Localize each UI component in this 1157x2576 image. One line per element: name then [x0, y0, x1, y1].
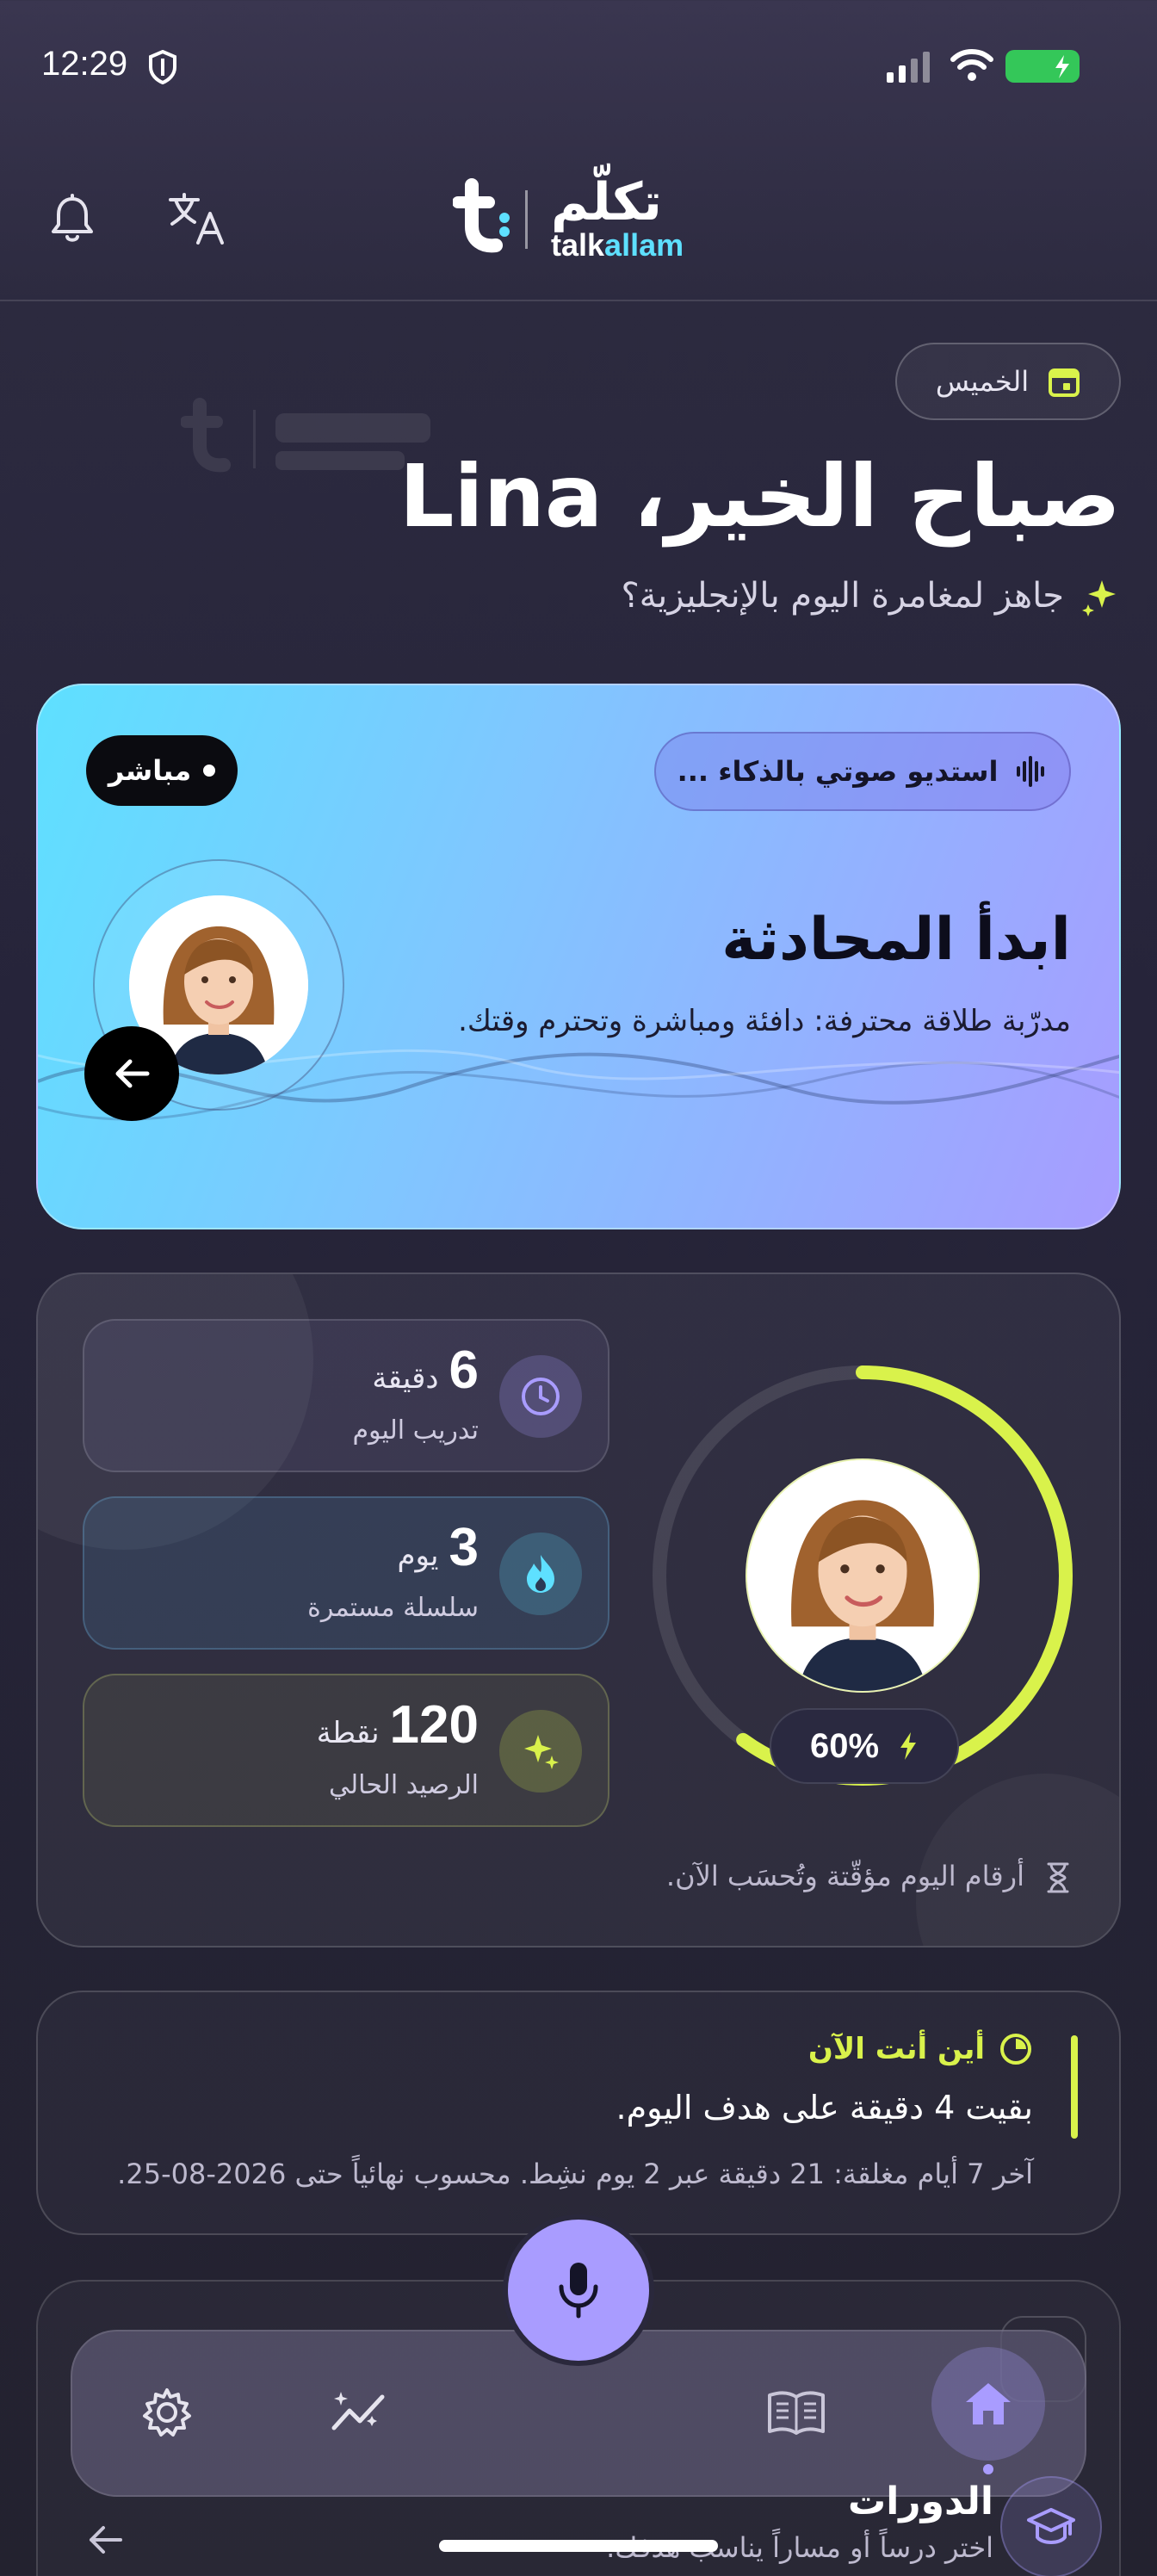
sparkles-icon	[1082, 580, 1116, 616]
graduation-cap-icon	[1027, 2508, 1075, 2544]
live-dot	[203, 765, 216, 777]
live-label: مباشر	[108, 754, 192, 787]
logo-latin-talk: talk	[551, 227, 605, 263]
insights-chart-icon[interactable]	[329, 2385, 389, 2440]
coach-avatar-large	[746, 1458, 980, 1693]
stats-note: أرقام اليوم مؤقّتة وتُحسَب الآن.	[665, 1860, 1024, 1892]
greeting-subtitle-row: جاهز لمغامرة اليوم بالإنجليزية؟	[621, 575, 1121, 616]
greeting-title: صباح الخير، Lina	[399, 446, 1121, 547]
date-chip: الخميس	[895, 343, 1121, 420]
sparkles-icon	[524, 1735, 559, 1769]
daily-stats-card: 6 دقيقة تدريب اليوم 3 يوم سلسلة مستمرة 1…	[36, 1273, 1121, 1947]
calendar-icon	[1049, 368, 1080, 397]
stat-streak: 3 يوم سلسلة مستمرة	[83, 1496, 609, 1650]
live-badge: مباشر	[86, 735, 238, 806]
microphone-button[interactable]	[503, 2214, 654, 2366]
stat-unit: نقطة	[316, 1716, 380, 1750]
stat-value-row: 120 نقطة	[317, 1694, 479, 1756]
stat-value-row: 3 يوم	[397, 1517, 479, 1578]
stat-unit: دقيقة	[372, 1361, 439, 1396]
courses-title: الدورات	[848, 2480, 993, 2523]
stat-icon-bg	[499, 1355, 582, 1438]
logo-arabic: تكلّم	[551, 172, 662, 232]
back-arrow-icon[interactable]	[86, 2523, 124, 2557]
waveform-icon	[1017, 756, 1045, 787]
stat-value: 3	[449, 1518, 479, 1577]
where-sub-text: آخر 7 أيام مغلقة: 21 دقيقة عبر 2 يوم نشِ…	[117, 2158, 1033, 2190]
start-conversation-card[interactable]: مباشر استديو صوتي بالذكاء ... ابدأ المحا…	[36, 684, 1121, 1229]
signal-icon	[887, 52, 930, 83]
where-main-text: بقيت 4 دقيقة على هدف اليوم.	[616, 2089, 1033, 2127]
active-tab-dot	[983, 2464, 993, 2474]
hero-description: مدرّبة طلاقة محترفة: دافئة ومباشرة وتحتر…	[458, 1004, 1071, 1038]
shield-icon	[149, 50, 176, 84]
flame-icon	[527, 1555, 554, 1593]
greeting-subtitle: جاهز لمغامرة اليوم بالإنجليزية؟	[621, 576, 1064, 616]
start-arrow-button[interactable]	[84, 1026, 179, 1121]
logo-latin-allam: allam	[604, 227, 684, 263]
status-time: 12:29	[41, 45, 128, 83]
lightning-icon	[900, 1732, 917, 1760]
stat-value: 6	[449, 1341, 479, 1400]
stat-practice-minutes: 6 دقيقة تدريب اليوم	[83, 1319, 609, 1472]
translate-icon[interactable]	[167, 191, 227, 246]
nav-home-button[interactable]	[931, 2347, 1045, 2461]
ai-voice-studio-chip: استديو صوتي بالذكاء ...	[654, 732, 1071, 811]
progress-percent: 60%	[809, 1726, 880, 1765]
battery-icon	[1005, 50, 1080, 83]
stat-unit: يوم	[397, 1539, 439, 1573]
stat-icon-bg	[499, 1533, 582, 1615]
wifi-icon	[950, 49, 993, 81]
settings-gear-icon[interactable]	[139, 2385, 195, 2440]
stat-value: 120	[389, 1695, 479, 1755]
arrow-left-icon	[115, 1059, 150, 1088]
home-indicator	[439, 2540, 718, 2552]
stat-label: سلسلة مستمرة	[307, 1593, 479, 1623]
stat-label: تدريب اليوم	[352, 1415, 479, 1446]
date-label: الخميس	[935, 365, 1030, 398]
where-title: أين أنت الآن	[807, 2032, 985, 2066]
book-icon[interactable]	[766, 2388, 826, 2437]
hourglass-icon	[1047, 1862, 1069, 1893]
microphone-icon	[559, 2263, 598, 2319]
pie-clock-icon	[1000, 2034, 1031, 2065]
logo-latin: talkallam	[551, 227, 684, 263]
where-you-are-card: أين أنت الآن بقيت 4 دقيقة على هدف اليوم.…	[36, 1991, 1121, 2235]
progress-percent-pill: 60%	[770, 1708, 959, 1784]
home-icon	[966, 2383, 1011, 2424]
courses-button[interactable]	[1000, 2476, 1102, 2576]
accent-bar	[1071, 2035, 1078, 2139]
stat-label: الرصيد الحالي	[329, 1770, 479, 1800]
studio-label: استديو صوتي بالذكاء ...	[677, 755, 999, 788]
where-title-row: أين أنت الآن	[808, 2032, 1033, 2066]
stat-value-row: 6 دقيقة	[372, 1340, 479, 1401]
stat-icon-bg	[499, 1710, 582, 1793]
hero-title: ابدأ المحادثة	[721, 906, 1071, 974]
stat-points: 120 نقطة الرصيد الحالي	[83, 1674, 609, 1827]
notification-bell-icon[interactable]	[50, 194, 95, 245]
clock-icon	[522, 1378, 560, 1415]
